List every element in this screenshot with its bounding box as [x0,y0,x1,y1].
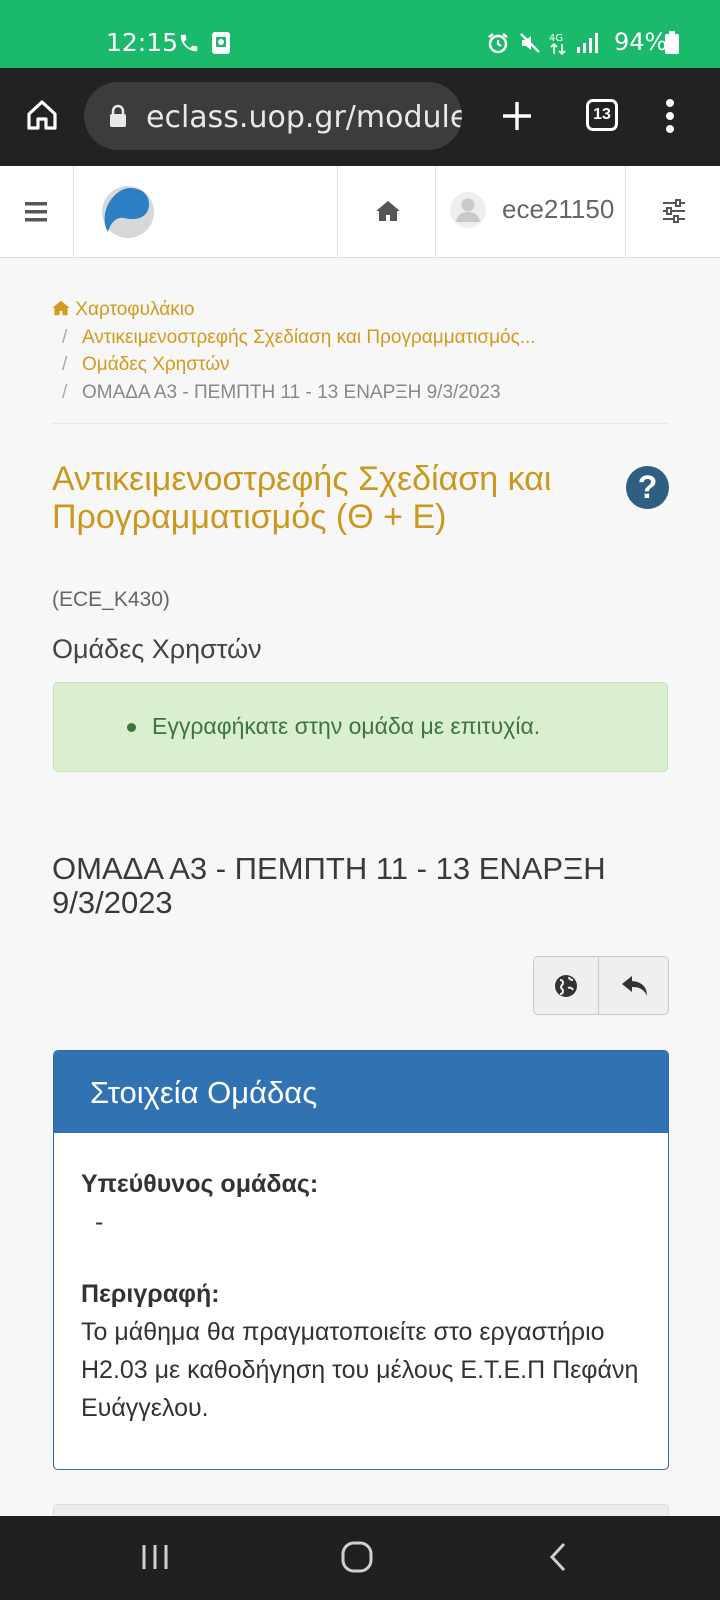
breadcrumb-separator: / [62,354,68,375]
breadcrumb-label: Αντικειμενοστρεφής Σχεδίαση και Προγραμμ… [82,326,536,348]
panel-body: Υπεύθυνος ομάδας: - Περιγραφή: Το μάθημα… [81,1165,651,1427]
panel-title: Στοιχεία Ομάδας [90,1075,318,1110]
group-description: Το μάθημα θα πραγματοποιείτε στο εργαστή… [81,1318,639,1422]
browser-toolbar: eclass.uop.gr/module 13 [0,68,720,166]
action-button-group [533,956,669,1015]
globe-icon [555,975,577,997]
battery-percentage: 94% [614,28,668,56]
battery-icon [665,31,679,54]
hamburger-button[interactable] [0,166,74,258]
section-title: Ομάδες Χρηστών [52,634,262,664]
user-avatar-icon [450,192,486,228]
address-bar[interactable]: eclass.uop.gr/module [84,82,462,150]
mute-icon [520,33,540,53]
breadcrumb-item-course[interactable]: / Αντικειμενοστρεφής Σχεδίαση και Προγραμ… [52,324,668,352]
breadcrumb-separator: / [62,381,68,403]
status-time: 12:15 [106,28,179,57]
hamburger-icon [25,202,47,222]
back-nav-icon[interactable] [548,1541,568,1573]
breadcrumb-item-current: / ΟΜΑΔΑ Α3 - ΠΕΜΠΤΗ 11 - 13 ΕΝΑΡΞΗ 9/3/20… [52,379,668,407]
alert-message: Εγγραφήκατε στην ομάδα με επιτυχία. [152,713,541,739]
sliders-icon [663,199,685,223]
tab-switcher-button[interactable]: 13 [586,99,618,131]
eclass-logo [102,186,154,238]
group-title: ΟΜΑΔΑ Α3 - ΠΕΜΠΤΗ 11 - 13 ΕΝΑΡΞΗ 9/3/202… [52,851,606,920]
back-arrow-icon [622,976,647,996]
site-navbar: ece21150 [0,166,720,258]
back-button[interactable] [599,957,669,1014]
leader-label: Υπεύθυνος ομάδας: [81,1170,319,1198]
settings-button[interactable] [626,166,720,258]
4g-icon: 4G [549,33,566,56]
breadcrumb-home[interactable]: Χαρτοφυλάκιο [52,296,668,324]
bullet-icon [127,723,136,732]
home-icon [52,300,70,316]
svg-text:4G: 4G [549,33,563,44]
screenshot-icon [212,32,230,54]
home-icon[interactable] [24,97,60,133]
url-text: eclass.uop.gr/module [146,100,462,135]
alarm-icon [488,33,508,54]
breadcrumb-home-label: Χαρτοφυλάκιο [75,299,195,320]
panel-header: Στοιχεία Ομάδας [54,1051,668,1133]
description-label: Περιγραφή: [81,1280,220,1308]
home-icon [376,201,400,221]
breadcrumb-label: Ομάδες Χρηστών [82,354,230,375]
breadcrumb-separator: / [62,326,68,348]
phone-icon [180,34,198,52]
signal-icon [577,33,598,53]
breadcrumb-label: ΟΜΑΔΑ Α3 - ΠΕΜΠΤΗ 11 - 13 ΕΝΑΡΞΗ 9/3/202… [82,381,501,403]
system-nav-bar [0,1516,720,1600]
lock-icon [110,104,126,127]
public-link-button[interactable] [534,957,598,1014]
home-button-icon[interactable] [340,1540,374,1574]
menu-icon[interactable] [662,98,678,134]
course-code: (ECE_K430) [52,588,170,611]
home-nav-button[interactable] [338,166,436,258]
divider [52,423,668,424]
breadcrumb: Χαρτοφυλάκιο / Αντικειμενοστρεφής Σχεδίασ… [52,296,668,406]
recent-apps-icon[interactable] [140,1542,170,1572]
status-bar: 12:15 4G 94% [0,0,720,68]
help-button[interactable]: ? [626,466,669,509]
leader-value: - [95,1208,104,1236]
course-title: Αντικειμενοστρεφής Σχεδίαση και Προγραμμ… [52,460,552,536]
site-logo-link[interactable] [74,166,338,258]
username: ece21150 [502,194,615,224]
group-info-panel: Στοιχεία Ομάδας Υπεύθυνος ομάδας: - Περι… [53,1050,669,1470]
breadcrumb-item-groups[interactable]: / Ομάδες Χρηστών [52,351,668,379]
new-tab-icon[interactable] [500,99,534,133]
help-icon: ? [637,469,658,505]
success-alert: Εγγραφήκατε στην ομάδα με επιτυχία. [53,682,668,772]
